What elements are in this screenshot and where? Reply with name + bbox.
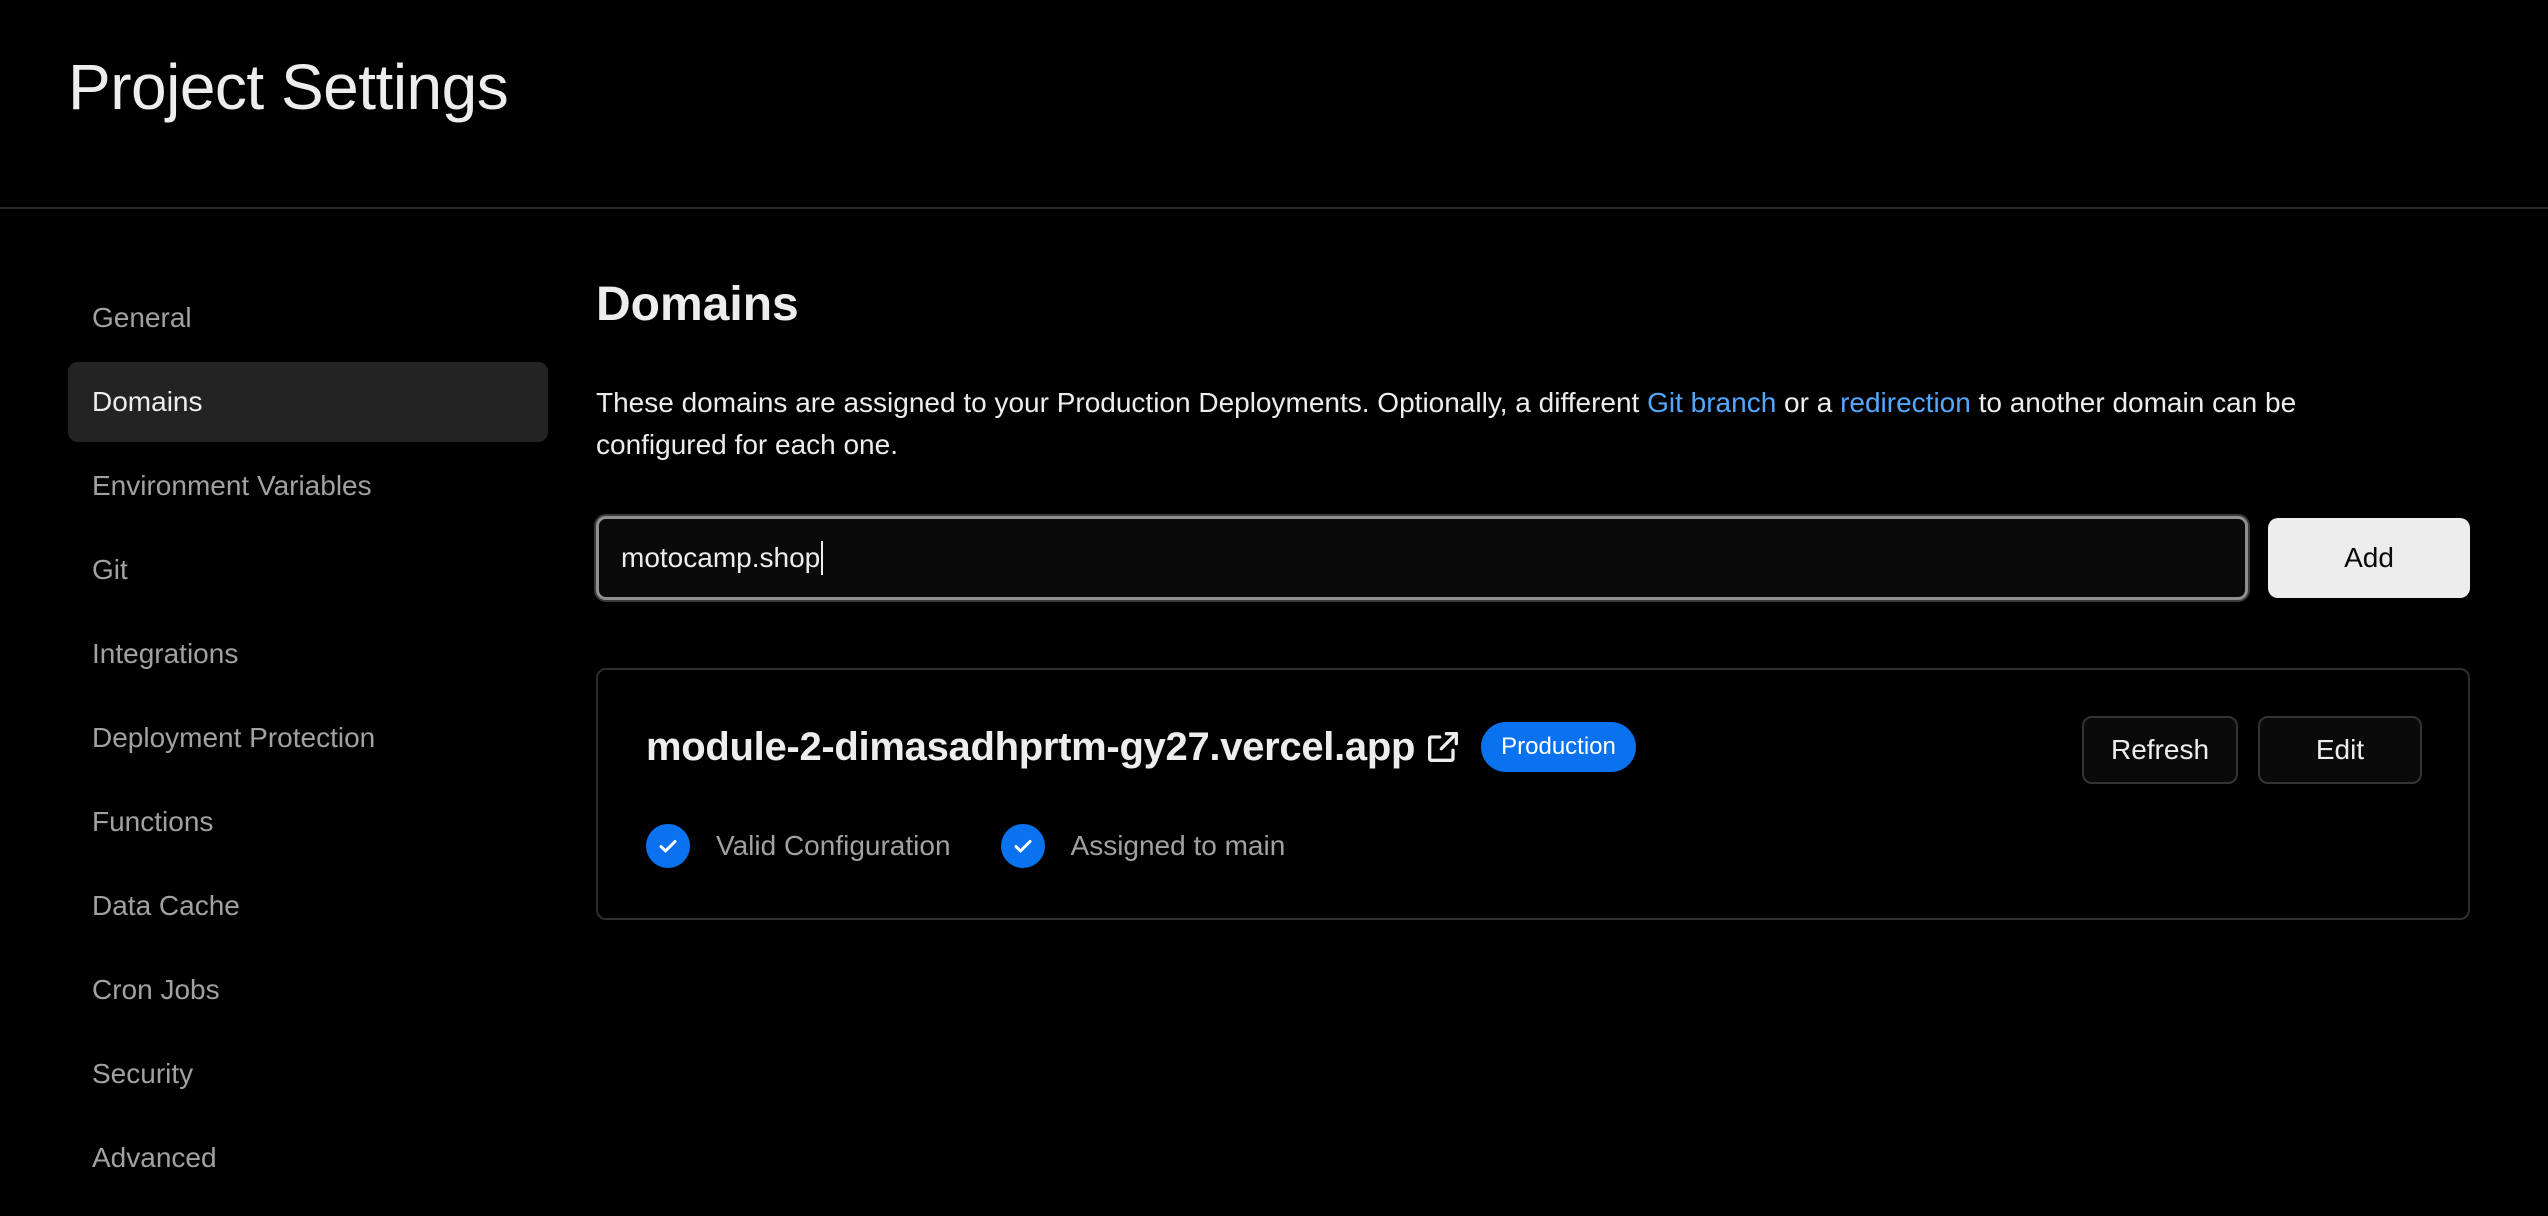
page-header: Project Settings xyxy=(0,0,2548,209)
domain-card: module-2-dimasadhprtm-gy27.vercel.app Pr… xyxy=(596,668,2470,920)
domain-header: module-2-dimasadhprtm-gy27.vercel.app Pr… xyxy=(646,722,1636,772)
git-branch-link[interactable]: Git branch xyxy=(1647,387,1776,418)
sidebar-item-data-cache[interactable]: Data Cache xyxy=(68,866,548,946)
sidebar-item-functions[interactable]: Functions xyxy=(68,782,548,862)
domain-actions: Refresh Edit xyxy=(2082,716,2422,784)
domains-description: These domains are assigned to your Produ… xyxy=(596,382,2396,466)
check-circle-icon xyxy=(646,824,690,868)
description-text: or a xyxy=(1776,387,1841,418)
redirection-link[interactable]: redirection xyxy=(1840,387,1971,418)
check-circle-icon xyxy=(1000,824,1045,868)
status-label: Valid Configuration xyxy=(716,830,951,861)
production-badge: Production xyxy=(1481,722,1636,772)
domain-input-value: motocamp.shop xyxy=(621,542,821,573)
status-assigned-branch: Assigned to main xyxy=(1000,824,1286,868)
sidebar-item-git[interactable]: Git xyxy=(68,530,548,610)
status-valid-configuration: Valid Configuration xyxy=(646,824,951,868)
domain-input[interactable]: motocamp.shop xyxy=(596,516,2248,600)
sidebar-item-integrations[interactable]: Integrations xyxy=(68,614,548,694)
section-title: Domains xyxy=(596,278,799,331)
sidebar-item-security[interactable]: Security xyxy=(68,1034,548,1114)
refresh-button[interactable]: Refresh xyxy=(2082,716,2238,784)
sidebar-item-cron-jobs[interactable]: Cron Jobs xyxy=(68,950,548,1030)
domain-name-link[interactable]: module-2-dimasadhprtm-gy27.vercel.app xyxy=(646,725,1415,770)
text-caret xyxy=(821,541,824,575)
external-link-icon[interactable] xyxy=(1423,727,1463,767)
sidebar-item-deployment-protection[interactable]: Deployment Protection xyxy=(68,698,548,778)
sidebar-item-advanced[interactable]: Advanced xyxy=(68,1118,548,1198)
sidebar-item-environment-variables[interactable]: Environment Variables xyxy=(68,446,548,526)
domains-section: Domains These domains are assigned to yo… xyxy=(596,270,2470,920)
add-domain-form: motocamp.shop Add xyxy=(596,516,2470,600)
add-button[interactable]: Add xyxy=(2268,518,2470,598)
description-text: These domains are assigned to your Produ… xyxy=(596,387,1648,418)
page-title: Project Settings xyxy=(68,51,509,123)
sidebar-item-domains[interactable]: Domains xyxy=(68,362,548,442)
status-label: Assigned to main xyxy=(1070,830,1286,861)
sidebar-item-general[interactable]: General xyxy=(68,278,548,358)
edit-button[interactable]: Edit xyxy=(2258,716,2422,784)
settings-sidebar: General Domains Environment Variables Gi… xyxy=(68,278,548,1202)
domain-status-list: Valid Configuration Assigned to main xyxy=(646,824,1335,868)
